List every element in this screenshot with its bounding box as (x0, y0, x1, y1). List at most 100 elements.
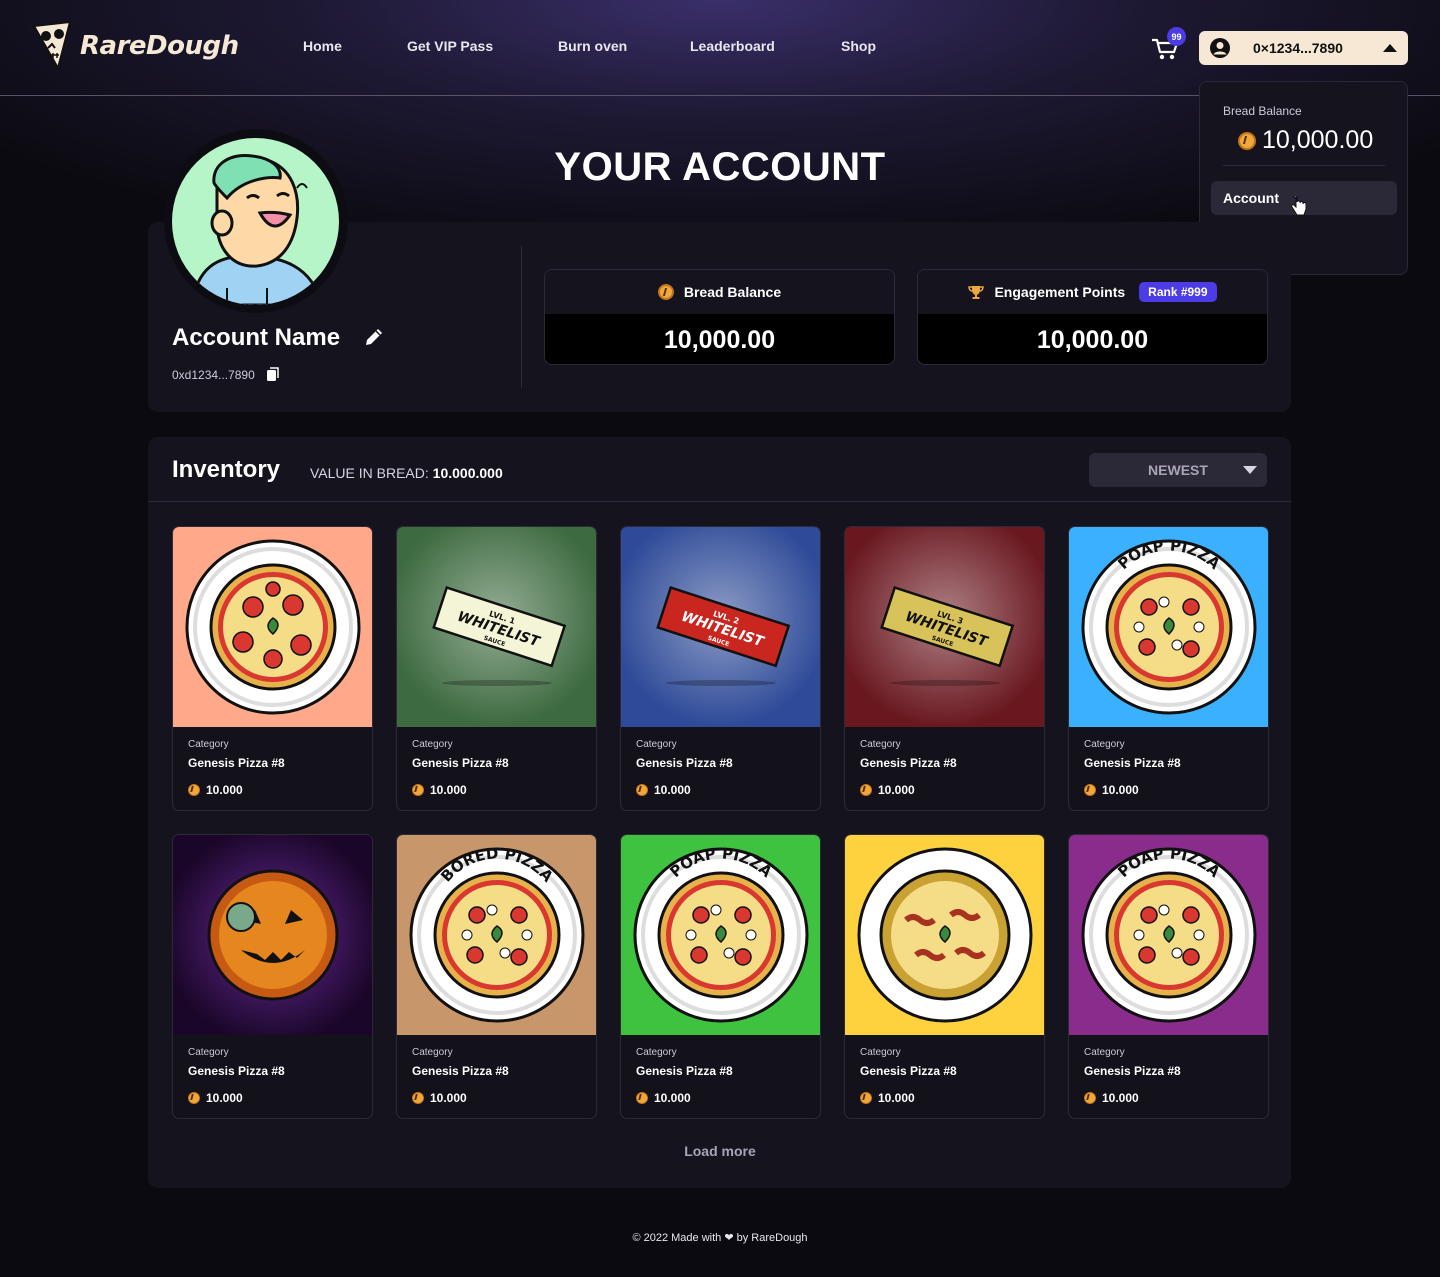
item-image (173, 835, 372, 1035)
sort-dropdown[interactable]: NEWEST (1089, 453, 1267, 487)
item-art: POAP PIZZA (633, 844, 809, 1023)
item-price: 10.000 (188, 1091, 243, 1105)
item-price: 10.000 (412, 783, 467, 797)
footer-text: © 2022 Made with ❤ by RareDough (632, 1232, 808, 1244)
item-name: Genesis Pizza #8 (860, 1064, 957, 1078)
item-image: LVL. 1 WHITELIST SAUCE (397, 527, 596, 727)
inventory-item[interactable]: POAP PIZZA Category Genesis Pizza #8 10.000 (1068, 526, 1269, 811)
user-circle-icon (1210, 38, 1230, 58)
item-name: Genesis Pizza #8 (412, 756, 509, 770)
item-price-value: 10.000 (206, 783, 243, 797)
item-price-value: 10.000 (654, 783, 691, 797)
bread-coin-icon (860, 1092, 872, 1104)
item-art: LVL. 1WHITELISTSAUCE (397, 527, 596, 727)
bread-balance-label: Bread Balance (683, 284, 782, 300)
engagement-points-value: 10,000.00 (1036, 325, 1149, 354)
inventory-item[interactable]: LVL. 3 WHITELIST SAUCE Category Genesis Pizz… (844, 526, 1045, 811)
profile-divider (521, 246, 522, 388)
copy-icon[interactable] (266, 367, 280, 382)
item-price-value: 10.000 (206, 1091, 243, 1105)
nav-get-vip-pass[interactable]: Get VIP Pass (407, 38, 493, 54)
inventory-value: VALUE IN BREAD: 10.000.000 (310, 465, 503, 481)
inventory-item[interactable]: Category Genesis Pizza #8 10.000 (172, 526, 373, 811)
item-category: Category (636, 1047, 677, 1058)
item-price-value: 10.000 (878, 1091, 915, 1105)
item-price: 10.000 (860, 1091, 915, 1105)
nav-leaderboard[interactable]: Leaderboard (690, 38, 775, 54)
bread-coin-icon (412, 784, 424, 796)
inventory-item[interactable]: Category Genesis Pizza #8 10.000 (844, 834, 1045, 1119)
item-price: 10.000 (412, 1091, 467, 1105)
inventory-item[interactable]: POAP PIZZA Category Genesis Pizza #8 10.000 (1068, 834, 1269, 1119)
inventory-item[interactable]: LVL. 1 WHITELIST SAUCE Category Genesis Pizz… (396, 526, 597, 811)
item-category: Category (860, 1047, 901, 1058)
item-category: Category (1084, 1047, 1125, 1058)
engagement-points-label: Engagement Points (994, 284, 1126, 300)
bread-coin-icon (860, 784, 872, 796)
engagement-points-header: Engagement Points Rank #999 (918, 270, 1267, 314)
item-category: Category (860, 739, 901, 750)
bread-coin-icon (188, 1092, 200, 1104)
bread-coin-icon (412, 1092, 424, 1104)
item-art: POAP PIZZA (1081, 844, 1257, 1023)
avatar-illustration (190, 153, 324, 305)
item-price: 10.000 (636, 783, 691, 797)
item-price: 10.000 (636, 1091, 691, 1105)
load-more-button[interactable]: Load more (0, 1143, 1440, 1159)
bread-coin-icon (657, 284, 674, 300)
chevron-up-icon (1383, 44, 1397, 52)
item-art (185, 539, 361, 715)
nav-home[interactable]: Home (303, 38, 342, 54)
item-category: Category (188, 1047, 229, 1058)
bread-coin-icon (636, 1092, 648, 1104)
item-art: POAP PIZZA (1081, 536, 1257, 715)
wallet-address: 0×1234...7890 (1253, 40, 1343, 56)
account-name: Account Name (172, 324, 341, 351)
item-name: Genesis Pizza #8 (860, 756, 957, 770)
item-image: LVL. 3 WHITELIST SAUCE (845, 527, 1044, 727)
wallet-button[interactable]: 0×1234...7890 (1199, 31, 1408, 65)
inventory-item[interactable]: POAP PIZZA Category Genesis Pizza #8 10.000 (620, 834, 821, 1119)
item-category: Category (412, 739, 453, 750)
inventory-value-amount: 10.000.000 (432, 465, 503, 481)
brand-name: RareDough (80, 31, 239, 61)
item-category: Category (188, 739, 229, 750)
item-art: LVL. 3WHITELISTSAUCE (845, 527, 1044, 727)
item-name: Genesis Pizza #8 (188, 756, 285, 770)
item-art: BORED PIZZA (409, 844, 585, 1023)
item-price: 10.000 (1084, 1091, 1139, 1105)
skull-pizza-logo-icon (32, 20, 72, 71)
inventory-item[interactable]: BORED PIZZA Category Genesis Pizza #8 10.00… (396, 834, 597, 1119)
bread-balance-header: Bread Balance (545, 270, 894, 314)
cart-count-badge: 99 (1167, 27, 1186, 46)
item-image: POAP PIZZA (621, 835, 820, 1035)
item-image: POAP PIZZA (1069, 835, 1268, 1035)
item-name: Genesis Pizza #8 (636, 1064, 733, 1078)
item-category: Category (636, 739, 677, 750)
inventory-item[interactable]: Category Genesis Pizza #8 10.000 (172, 834, 373, 1119)
inventory-item[interactable]: LVL. 2 WHITELIST SAUCE Category Genesis Pizz… (620, 526, 821, 811)
bread-balance-value: 10,000.00 (663, 325, 776, 354)
item-name: Genesis Pizza #8 (1084, 1064, 1181, 1078)
item-art (857, 847, 1033, 1023)
item-image (845, 835, 1044, 1035)
item-price: 10.000 (1084, 783, 1139, 797)
nav-shop[interactable]: Shop (841, 38, 876, 54)
bread-coin-icon (188, 784, 200, 796)
bread-coin-icon (1084, 1092, 1096, 1104)
item-name: Genesis Pizza #8 (1084, 756, 1181, 770)
item-price-value: 10.000 (430, 783, 467, 797)
item-price-value: 10.000 (430, 1091, 467, 1105)
pencil-edit-icon[interactable] (362, 325, 386, 349)
avatar[interactable] (172, 138, 339, 305)
brand-logo[interactable]: RareDough (30, 18, 239, 74)
inventory-divider (148, 501, 1291, 502)
account-address: 0xd1234...7890 (172, 368, 255, 382)
nav-burn-oven[interactable]: Burn oven (558, 38, 627, 54)
trophy-icon (968, 286, 985, 299)
item-price-value: 10.000 (654, 1091, 691, 1105)
item-name: Genesis Pizza #8 (188, 1064, 285, 1078)
chevron-down-icon (1243, 466, 1257, 474)
item-price-value: 10.000 (1102, 1091, 1139, 1105)
inventory-value-label: VALUE IN BREAD: (310, 465, 429, 481)
